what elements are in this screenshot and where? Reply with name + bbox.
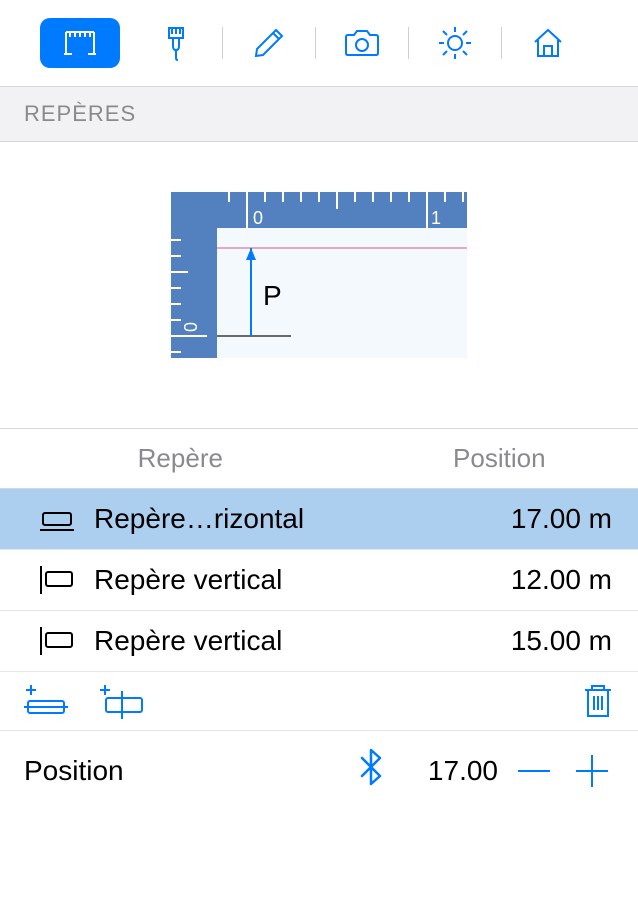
action-bar [0, 672, 638, 731]
pencil-icon [251, 25, 287, 61]
top-tick-0: 0 [253, 208, 263, 228]
table-row[interactable]: Repère vertical 15.00 m [0, 611, 638, 672]
caliper-icon [60, 26, 100, 60]
horizontal-guide-icon [40, 507, 74, 531]
measure-tool-button[interactable] [40, 18, 120, 68]
position-label: Position [24, 755, 344, 787]
camera-tool-button[interactable] [322, 18, 402, 68]
plus-icon [574, 753, 610, 789]
delete-button[interactable] [582, 682, 614, 720]
trash-icon [582, 682, 614, 720]
col-header-repere: Repère [0, 443, 361, 474]
top-tick-1: 1 [431, 208, 441, 228]
minus-icon [516, 753, 552, 789]
position-value-input[interactable]: 17.00 [398, 755, 498, 787]
brush-tool-button[interactable] [136, 18, 216, 68]
vertical-guide-icon [40, 566, 74, 594]
decrement-button[interactable] [512, 749, 556, 793]
section-title: REPÈRES [24, 101, 136, 126]
row-label: Repère vertical [94, 564, 511, 596]
ruler-preview: 0 1 0 P [171, 192, 467, 358]
table-row[interactable]: Repère vertical 12.00 m [0, 550, 638, 611]
row-label: Repère…rizontal [94, 503, 511, 535]
row-value: 15.00 m [511, 625, 612, 657]
pencil-tool-button[interactable] [229, 18, 309, 68]
brush-icon [159, 24, 193, 62]
add-horizontal-guide-button[interactable] [24, 683, 68, 719]
separator [501, 27, 502, 59]
col-header-position: Position [361, 443, 638, 474]
table-header: Repère Position [0, 428, 638, 489]
row-value: 12.00 m [511, 564, 612, 596]
separator [408, 27, 409, 59]
ruler-preview-area: 0 1 0 P [0, 142, 638, 428]
sun-tool-button[interactable] [415, 18, 495, 68]
bluetooth-button[interactable] [358, 747, 384, 794]
vertical-guide-icon [40, 627, 74, 655]
camera-icon [342, 27, 382, 59]
separator [315, 27, 316, 59]
home-icon [530, 25, 566, 61]
preview-letter: P [263, 280, 282, 311]
row-label: Repère vertical [94, 625, 511, 657]
separator [222, 27, 223, 59]
section-header: REPÈRES [0, 86, 638, 142]
row-value: 17.00 m [511, 503, 612, 535]
increment-button[interactable] [570, 749, 614, 793]
toolbar [0, 0, 638, 86]
add-vertical-guide-button[interactable] [98, 683, 146, 719]
table-row[interactable]: Repère…rizontal 17.00 m [0, 489, 638, 550]
sun-icon [436, 24, 474, 62]
position-editor: Position 17.00 [0, 731, 638, 810]
home-tool-button[interactable] [508, 18, 588, 68]
left-tick-0: 0 [181, 322, 201, 332]
bluetooth-icon [358, 747, 384, 787]
